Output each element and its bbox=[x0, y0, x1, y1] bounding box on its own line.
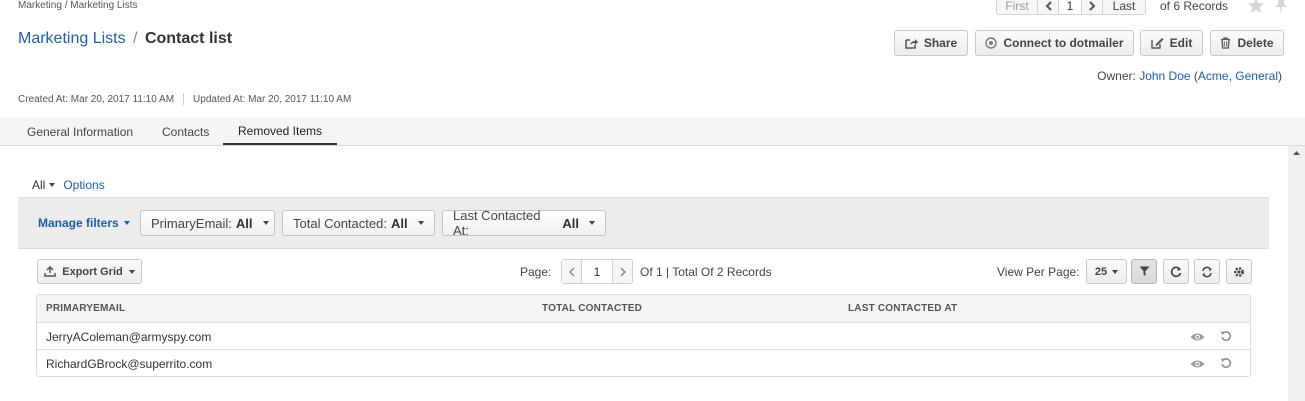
cell-primary-email: JerryAColeman@armyspy.com bbox=[46, 330, 212, 344]
caret-down-icon bbox=[123, 221, 130, 225]
caret-down-icon bbox=[128, 269, 135, 274]
refresh-button[interactable] bbox=[1163, 259, 1189, 284]
gear-icon bbox=[1234, 266, 1244, 277]
owner-org-general-link[interactable]: General bbox=[1235, 69, 1278, 83]
grid-page-label: Page: bbox=[520, 265, 552, 279]
scrollbar[interactable] bbox=[1288, 146, 1305, 401]
page-title: Marketing Lists / Contact list bbox=[18, 30, 233, 47]
delete-button[interactable]: Delete bbox=[1210, 30, 1284, 56]
grid-prev-page-button[interactable] bbox=[562, 260, 582, 283]
filter-last-contacted-at[interactable]: Last Contacted At: All bbox=[442, 208, 606, 238]
breadcrumb: Marketing / Marketing Lists bbox=[18, 0, 138, 11]
grid-views: All Options bbox=[32, 178, 105, 192]
grid-pager: 1 bbox=[561, 259, 633, 284]
tab-removed-items[interactable]: Removed Items bbox=[223, 118, 337, 145]
created-at: Created At: Mar 20, 2017 11:10 AM bbox=[18, 93, 175, 105]
export-icon bbox=[44, 266, 56, 277]
title-parent-link[interactable]: Marketing Lists bbox=[18, 30, 126, 47]
connect-dotmailer-button[interactable]: Connect to dotmailer bbox=[975, 30, 1134, 56]
breadcrumb-root[interactable]: Marketing bbox=[18, 0, 62, 11]
restore-icon[interactable] bbox=[1220, 330, 1232, 342]
grid-page-info: Of 1 | Total Of 2 Records bbox=[640, 265, 772, 279]
cell-primary-email: RichardGBrock@superrito.com bbox=[46, 357, 213, 371]
share-button[interactable]: Share bbox=[894, 30, 968, 56]
pager-last-button[interactable]: Last bbox=[1102, 0, 1146, 15]
record-meta: Created At: Mar 20, 2017 11:10 AM Update… bbox=[18, 93, 351, 105]
edit-icon bbox=[1150, 38, 1164, 49]
chevron-right-icon bbox=[619, 266, 626, 277]
grid-header bbox=[37, 295, 1250, 322]
pager-records-count: of 6 Records bbox=[1160, 0, 1229, 13]
eye-icon[interactable] bbox=[1190, 359, 1205, 369]
refresh-icon bbox=[1170, 266, 1182, 277]
column-header-last-contacted-at[interactable]: LAST CONTACTED AT bbox=[848, 303, 957, 314]
star-icon[interactable] bbox=[1247, 0, 1265, 14]
column-header-total-contacted[interactable]: TOTAL CONTACTED bbox=[542, 303, 642, 314]
caret-down-icon bbox=[417, 221, 424, 225]
filter-total-contacted[interactable]: Total Contacted: All bbox=[282, 210, 435, 236]
tab-general-information[interactable]: General Information bbox=[27, 118, 133, 145]
eye-icon[interactable] bbox=[1190, 332, 1205, 342]
scroll-up-icon[interactable] bbox=[1288, 146, 1305, 160]
pin-icon[interactable] bbox=[1274, 0, 1288, 14]
view-per-page-label: View Per Page: bbox=[997, 265, 1080, 279]
caret-down-icon bbox=[262, 221, 269, 225]
owner-org-acme-link[interactable]: Acme bbox=[1198, 69, 1229, 83]
view-selector[interactable]: All bbox=[32, 178, 45, 192]
filter-icon bbox=[1139, 266, 1149, 276]
restore-icon[interactable] bbox=[1220, 357, 1232, 369]
grid-next-page-button[interactable] bbox=[612, 260, 632, 283]
chevron-left-icon bbox=[568, 266, 575, 277]
caret-down-icon bbox=[1112, 269, 1119, 274]
caret-down-icon bbox=[589, 221, 595, 225]
caret-down-icon[interactable] bbox=[49, 183, 56, 187]
share-icon bbox=[905, 38, 918, 49]
filter-primary-email[interactable]: PrimaryEmail: All bbox=[140, 210, 275, 236]
title-current: Contact list bbox=[144, 30, 233, 47]
owner-name-link[interactable]: John Doe bbox=[1139, 69, 1190, 83]
owner-info: Owner: John Doe (Acme, General) bbox=[1097, 69, 1282, 83]
grid-page-input[interactable]: 1 bbox=[582, 260, 612, 283]
grid-settings-button[interactable] bbox=[1226, 259, 1252, 284]
column-header-primary-email[interactable]: PRIMARYEMAIL bbox=[46, 303, 125, 314]
chevron-right-icon bbox=[1088, 0, 1095, 11]
pager-next-button[interactable] bbox=[1081, 0, 1103, 15]
options-link[interactable]: Options bbox=[63, 178, 104, 192]
export-grid-button[interactable]: Export Grid bbox=[37, 259, 142, 284]
manage-filters-button[interactable]: Manage filters bbox=[38, 216, 130, 230]
view-per-page-select[interactable]: 25 bbox=[1086, 259, 1127, 284]
reset-button[interactable] bbox=[1194, 259, 1220, 284]
breadcrumb-current[interactable]: Marketing Lists bbox=[70, 0, 137, 11]
table-row[interactable]: RichardGBrock@superrito.com bbox=[37, 349, 1250, 376]
tab-contacts[interactable]: Contacts bbox=[162, 118, 209, 145]
connect-icon bbox=[985, 37, 998, 49]
pager-first-button[interactable]: First bbox=[996, 0, 1038, 15]
trash-icon bbox=[1221, 37, 1231, 49]
chevron-left-icon bbox=[1045, 0, 1052, 11]
edit-button[interactable]: Edit bbox=[1140, 30, 1203, 56]
reset-icon bbox=[1202, 266, 1212, 277]
pager-page-number[interactable]: 1 bbox=[1058, 0, 1082, 15]
filter-toggle-button[interactable] bbox=[1131, 259, 1157, 284]
pager-prev-button[interactable] bbox=[1037, 0, 1059, 15]
table-row[interactable]: JerryAColeman@armyspy.com bbox=[37, 322, 1250, 349]
updated-at: Updated At: Mar 20, 2017 11:10 AM bbox=[193, 93, 352, 105]
